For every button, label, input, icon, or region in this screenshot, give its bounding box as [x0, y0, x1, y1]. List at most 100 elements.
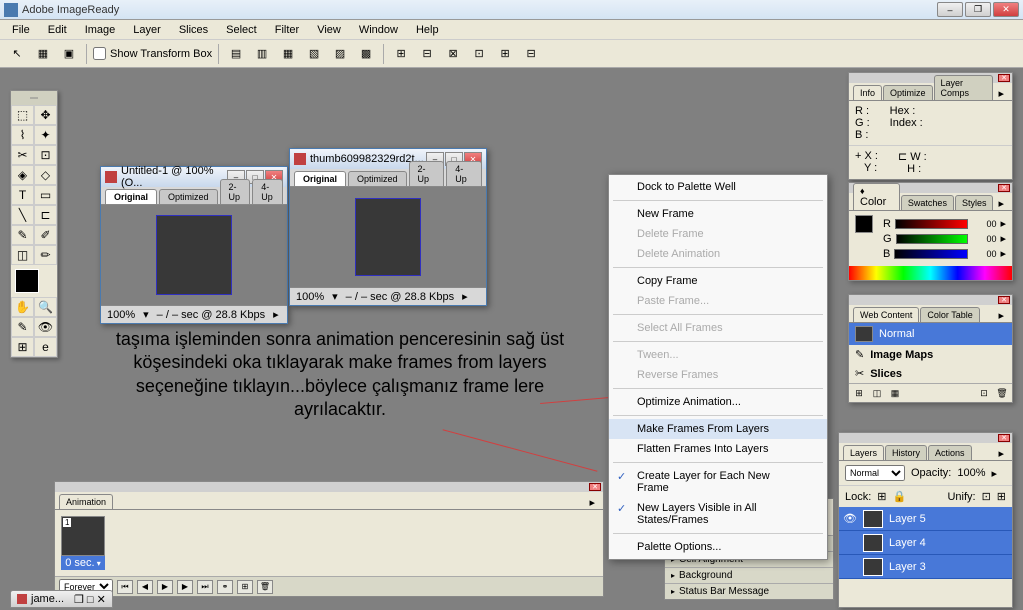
line-tool[interactable]: ╲ — [11, 205, 34, 225]
slice-tool[interactable]: ✂ — [11, 145, 34, 165]
last-frame-button[interactable]: ⏭ — [197, 580, 213, 594]
align-icon[interactable]: ▦ — [277, 43, 299, 65]
align-icon[interactable]: ▧ — [303, 43, 325, 65]
ctx-new-visible[interactable]: ✓New Layers Visible in All States/Frames — [609, 498, 827, 530]
layer-row[interactable]: Layer 4 — [839, 531, 1012, 555]
info-panel-close[interactable]: ✕ — [998, 74, 1010, 82]
tab-web-content[interactable]: Web Content — [853, 307, 919, 322]
lock-icon[interactable]: 🔒 — [893, 490, 907, 503]
move-tool-icon[interactable]: ↖ — [6, 43, 28, 65]
menu-edit[interactable]: Edit — [40, 22, 75, 38]
ctx-make-frames-from-layers[interactable]: Make Frames From Layers — [609, 419, 827, 439]
prev-frame-button[interactable]: ◀ — [137, 580, 153, 594]
wc-icon[interactable]: ▦ — [887, 386, 903, 400]
eraser-tool[interactable]: ◫ — [11, 245, 34, 265]
show-transform-checkbox[interactable]: Show Transform Box — [93, 47, 212, 60]
tab-layer-comps[interactable]: Layer Comps — [934, 75, 994, 100]
wand-tool[interactable]: ✦ — [34, 125, 57, 145]
menu-view[interactable]: View — [309, 22, 349, 38]
align-icon[interactable]: ▨ — [329, 43, 351, 65]
align-icon[interactable]: ▥ — [251, 43, 273, 65]
distribute-icon[interactable]: ⊟ — [520, 43, 542, 65]
hand-tool[interactable]: ✋ — [11, 297, 34, 317]
anim-frame-1[interactable]: 1 0 sec. ▾ — [61, 516, 105, 570]
tab-layers[interactable]: Layers — [843, 445, 884, 460]
doc2-tab-4up[interactable]: 4-Up — [446, 161, 482, 186]
wc-image-maps[interactable]: ✎Image Maps — [849, 345, 1012, 364]
wc-panel-close[interactable]: ✕ — [998, 296, 1010, 304]
lasso-tool[interactable]: ⌇ — [11, 125, 34, 145]
distribute-icon[interactable]: ⊠ — [442, 43, 464, 65]
ctx-copy-frame[interactable]: Copy Frame — [609, 271, 827, 291]
visibility-icon[interactable] — [843, 560, 857, 574]
wc-new-icon[interactable]: ⊡ — [976, 386, 992, 400]
g-slider[interactable] — [896, 234, 969, 244]
frame-time[interactable]: 0 sec. ▾ — [61, 556, 105, 570]
align-icon[interactable]: ▩ — [355, 43, 377, 65]
menu-file[interactable]: File — [4, 22, 38, 38]
wc-slices[interactable]: ✂Slices — [849, 364, 1012, 383]
doc2-zoom[interactable]: 100% — [296, 291, 324, 303]
layers-panel-menu[interactable]: ▸ — [994, 447, 1008, 460]
taskbar-minimized-doc[interactable]: jame... ❐ □ ✕ — [10, 590, 113, 608]
tab-styles[interactable]: Styles — [955, 195, 994, 210]
ctx-flatten[interactable]: Flatten Frames Into Layers — [609, 439, 827, 459]
color-spectrum[interactable] — [849, 266, 1012, 280]
info-panel-menu[interactable]: ▸ — [994, 87, 1008, 100]
tab-tool[interactable]: ⊏ — [34, 205, 57, 225]
wc-panel-menu[interactable]: ▸ — [994, 309, 1008, 322]
marquee-tool[interactable]: ⬚ — [11, 105, 34, 125]
menu-image[interactable]: Image — [77, 22, 124, 38]
doc1-tab-original[interactable]: Original — [105, 189, 157, 204]
menu-select[interactable]: Select — [218, 22, 265, 38]
delete-frame-button[interactable]: 🗑 — [257, 580, 273, 594]
tab-history[interactable]: History — [885, 445, 927, 460]
distribute-icon[interactable]: ⊟ — [416, 43, 438, 65]
preview-tool[interactable]: 👁 — [34, 317, 57, 337]
layer-select-icon[interactable]: ▣ — [58, 43, 80, 65]
minimize-button[interactable]: – — [937, 2, 963, 17]
next-frame-button[interactable]: ▶ — [177, 580, 193, 594]
distribute-icon[interactable]: ⊡ — [468, 43, 490, 65]
layer-row[interactable]: 👁Layer 5 — [839, 507, 1012, 531]
foreground-swatch[interactable] — [15, 269, 39, 293]
distribute-icon[interactable]: ⊞ — [390, 43, 412, 65]
doc1-tab-4up[interactable]: 4-Up — [252, 179, 283, 204]
imagemap-tool[interactable]: ◈ — [11, 165, 34, 185]
menu-window[interactable]: Window — [351, 22, 406, 38]
menu-layer[interactable]: Layer — [125, 22, 169, 38]
type-tool[interactable]: T — [11, 185, 34, 205]
blend-mode-select[interactable]: Normal — [845, 465, 905, 481]
zoom-tool[interactable]: 🔍 — [34, 297, 57, 317]
move-tool[interactable]: ✥ — [34, 105, 57, 125]
align-icon[interactable]: ▤ — [225, 43, 247, 65]
doc1-tab-optimized[interactable]: Optimized — [159, 189, 218, 204]
anim-panel-menu-arrow[interactable]: ▸ — [585, 496, 599, 509]
distribute-icon[interactable]: ⊞ — [494, 43, 516, 65]
pencil-tool[interactable]: ✏ — [34, 245, 57, 265]
unify-icon[interactable]: ⊡ — [982, 490, 991, 503]
ctx-dock[interactable]: Dock to Palette Well — [609, 177, 827, 197]
r-slider[interactable] — [895, 219, 969, 229]
new-frame-button[interactable]: ⊞ — [237, 580, 253, 594]
doc1-tab-2up[interactable]: 2-Up — [220, 179, 251, 204]
ctx-create-layer[interactable]: ✓Create Layer for Each New Frame — [609, 466, 827, 498]
first-frame-button[interactable]: ⏮ — [117, 580, 133, 594]
paint-tool[interactable]: ✎ — [11, 225, 34, 245]
unify-icon[interactable]: ⊞ — [997, 490, 1006, 503]
brush-tool[interactable]: ✐ — [34, 225, 57, 245]
tween-button[interactable]: ⚭ — [217, 580, 233, 594]
tab-info[interactable]: Info — [853, 85, 882, 100]
imagemap-select-tool[interactable]: ◇ — [34, 165, 57, 185]
eyedropper-tool[interactable]: ✎ — [11, 317, 34, 337]
menu-help[interactable]: Help — [408, 22, 447, 38]
visibility-icon[interactable]: 👁 — [843, 512, 857, 526]
doc2-tab-optimized[interactable]: Optimized — [348, 171, 407, 186]
close-button[interactable]: ✕ — [993, 2, 1019, 17]
ctx-optimize[interactable]: Optimize Animation... — [609, 392, 827, 412]
visibility-icon[interactable] — [843, 536, 857, 550]
anim-panel-close[interactable]: ✕ — [589, 483, 601, 491]
wc-normal[interactable]: Normal — [849, 323, 1012, 345]
layers-panel-close[interactable]: ✕ — [998, 434, 1010, 442]
wc-icon[interactable]: ⊞ — [851, 386, 867, 400]
